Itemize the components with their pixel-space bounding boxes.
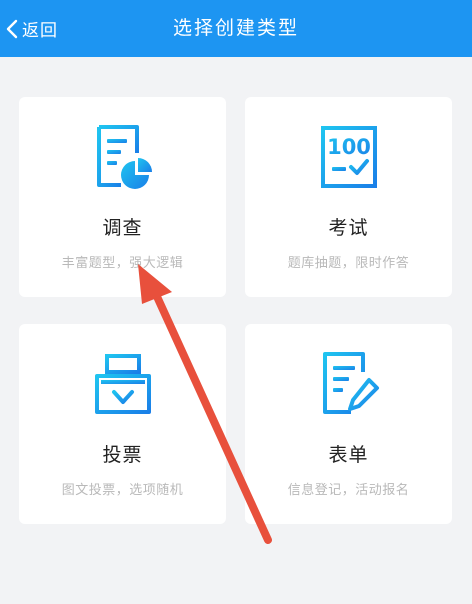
score-100-icon: 100 <box>320 126 377 188</box>
card-description: 丰富题型，强大逻辑 <box>61 256 184 271</box>
card-survey[interactable]: 调查 丰富题型，强大逻辑 <box>19 97 226 297</box>
card-description: 信息登记，活动报名 <box>287 483 410 498</box>
card-title: 调查 <box>102 217 143 239</box>
top-bar: 返回 选择创建类型 <box>0 0 472 57</box>
card-title: 表单 <box>328 444 369 466</box>
card-vote[interactable]: 投票 图文投票，选项随机 <box>19 324 226 524</box>
card-title: 投票 <box>102 444 143 466</box>
card-title: 考试 <box>328 217 369 239</box>
page-title: 选择创建类型 <box>172 17 299 39</box>
card-description: 题库抽题，限时作答 <box>287 256 410 271</box>
card-form[interactable]: 表单 信息登记，活动报名 <box>245 324 452 524</box>
form-edit-icon <box>322 352 379 414</box>
survey-chart-icon <box>96 125 152 189</box>
card-description: 图文投票，选项随机 <box>61 483 184 498</box>
ballot-box-icon <box>94 354 151 414</box>
exam-icon-score-text: 100 <box>327 135 371 159</box>
card-exam[interactable]: 100 考试 题库抽题，限时作答 <box>245 97 452 297</box>
